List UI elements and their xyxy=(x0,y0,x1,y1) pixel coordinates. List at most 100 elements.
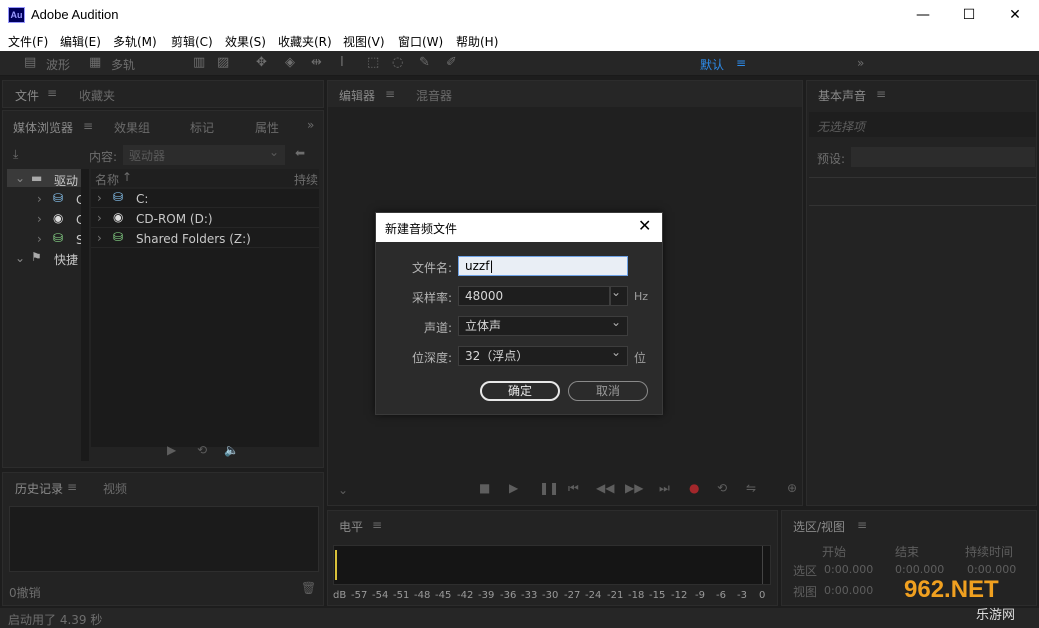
pause-icon[interactable]: ❚❚ xyxy=(539,481,559,495)
zoom-icon[interactable]: ⊕ xyxy=(787,481,797,495)
level-scale-label: -33 xyxy=(521,590,538,601)
level-scale-label: -30 xyxy=(542,590,559,601)
channels-select[interactable]: 立体声 xyxy=(458,313,628,336)
collapse-chevron-icon[interactable]: › xyxy=(97,191,102,205)
loop-icon[interactable]: ⟲ xyxy=(197,443,207,457)
workspace-selector[interactable]: 默认 xyxy=(700,56,724,73)
menu-favorites[interactable]: 收藏夹(R) xyxy=(278,33,332,50)
skip-selection-icon[interactable]: ⇋ xyxy=(746,481,756,495)
media-browser-menu-icon[interactable]: ≡ xyxy=(83,119,93,133)
tab-essential-sound[interactable]: 基本声音 xyxy=(818,87,866,104)
menu-effects[interactable]: 效果(S) xyxy=(225,33,266,50)
menu-view[interactable]: 视图(V) xyxy=(343,33,385,50)
col-start: 开始 xyxy=(822,545,847,559)
editor-corner-menu-icon[interactable]: ⌄ xyxy=(338,483,348,497)
tab-markers[interactable]: 标记 xyxy=(190,119,214,136)
trash-icon[interactable]: 🗑 xyxy=(301,581,316,595)
level-panel-menu-icon[interactable]: ≡ xyxy=(372,518,382,532)
tab-history[interactable]: 历史记录 xyxy=(15,480,63,497)
skip-back-icon[interactable]: ⏮ xyxy=(568,481,579,496)
samplerate-dropdown[interactable] xyxy=(610,283,628,306)
menu-window[interactable]: 窗口(W) xyxy=(398,33,443,50)
toolbar-overflow-button[interactable]: » xyxy=(857,56,864,70)
view-start[interactable]: 0:00.000 xyxy=(824,584,873,597)
list-item[interactable]: › ◉ CD-ROM (D:) xyxy=(91,209,319,228)
selection-end[interactable]: 0:00.000 xyxy=(895,563,944,576)
loop-playback-icon[interactable]: ⟲ xyxy=(717,481,727,495)
list-item[interactable]: › ⛁ C: xyxy=(91,189,319,208)
splitter-handle[interactable] xyxy=(81,169,89,461)
tree-label-shortcuts[interactable]: 快捷 xyxy=(54,251,78,268)
preset-dropdown[interactable] xyxy=(851,147,1035,167)
tab-video[interactable]: 视频 xyxy=(103,480,127,497)
cancel-button[interactable]: 取消 xyxy=(568,381,648,401)
tab-effects-rack[interactable]: 效果组 xyxy=(114,119,150,136)
history-panel-menu-icon[interactable]: ≡ xyxy=(67,480,77,494)
minimize-button[interactable]: — xyxy=(900,0,946,30)
menu-file[interactable]: 文件(F) xyxy=(8,33,48,50)
files-panel-menu-icon[interactable]: ≡ xyxy=(47,86,57,100)
play-icon[interactable]: ▶ xyxy=(509,481,518,495)
collapse-chevron-icon[interactable]: › xyxy=(37,232,42,246)
collapse-chevron-icon[interactable]: › xyxy=(97,231,102,245)
import-icon[interactable]: ⤓ xyxy=(13,147,18,162)
menu-help[interactable]: 帮助(H) xyxy=(456,33,498,50)
filename-input[interactable]: uzzf| xyxy=(458,256,628,276)
slip-tool-icon[interactable]: ⇹ xyxy=(311,55,322,70)
tab-files[interactable]: 文件 xyxy=(15,87,39,104)
cd-drive-icon: ◉ xyxy=(53,211,64,225)
tab-mixer[interactable]: 混音器 xyxy=(416,87,452,104)
media-browser-overflow-button[interactable]: » xyxy=(307,118,314,132)
maximize-button[interactable]: ☐ xyxy=(946,0,992,30)
menu-multitrack[interactable]: 多轨(M) xyxy=(113,33,157,50)
back-arrow-icon[interactable]: ⬅ xyxy=(295,146,305,160)
tab-favorites[interactable]: 收藏夹 xyxy=(79,87,115,104)
expand-chevron-icon[interactable]: ⌄ xyxy=(15,251,25,265)
collapse-chevron-icon[interactable]: › xyxy=(37,212,42,226)
menu-edit[interactable]: 编辑(E) xyxy=(60,33,101,50)
brush-selection-tool-icon[interactable]: ✎ xyxy=(419,55,430,70)
close-button[interactable]: ✕ xyxy=(992,0,1038,30)
selection-duration[interactable]: 0:00.000 xyxy=(967,563,1016,576)
spectral-pitch-icon[interactable]: ▨ xyxy=(217,55,229,70)
collapse-chevron-icon[interactable]: › xyxy=(97,211,102,225)
waveform-view-button[interactable]: 波形 xyxy=(46,56,70,73)
drive-icon: ▬ xyxy=(31,171,43,185)
dialog-close-button[interactable]: ✕ xyxy=(638,216,651,235)
workspace-menu-icon[interactable]: ≡ xyxy=(736,56,746,70)
content-dropdown[interactable]: 驱动器 ⌄ xyxy=(123,145,285,165)
autoplay-speaker-icon[interactable]: 🔈 xyxy=(224,443,239,457)
editor-panel-menu-icon[interactable]: ≡ xyxy=(385,87,395,101)
move-tool-icon[interactable]: ✥ xyxy=(256,55,267,70)
column-name[interactable]: 名称 xyxy=(95,171,119,188)
selection-start[interactable]: 0:00.000 xyxy=(824,563,873,576)
time-selection-tool-icon[interactable]: I xyxy=(340,55,344,70)
ok-button[interactable]: 确定 xyxy=(480,381,560,401)
collapse-chevron-icon[interactable]: › xyxy=(37,192,42,206)
tab-media-browser[interactable]: 媒体浏览器 xyxy=(13,119,73,136)
bitdepth-select[interactable]: 32（浮点） xyxy=(458,343,628,366)
selection-view-menu-icon[interactable]: ≡ xyxy=(857,518,867,532)
fast-forward-icon[interactable]: ▶▶ xyxy=(625,481,643,495)
samplerate-input[interactable]: 48000 xyxy=(458,286,610,306)
stop-icon[interactable]: ■ xyxy=(479,481,490,495)
lasso-selection-tool-icon[interactable]: ◌ xyxy=(392,55,403,70)
list-item[interactable]: › ⛁ Shared Folders (Z:) xyxy=(91,229,319,248)
rewind-icon[interactable]: ◀◀ xyxy=(596,481,614,495)
razor-tool-icon[interactable]: ◈ xyxy=(285,55,295,70)
network-drive-icon: ⛁ xyxy=(53,231,64,245)
column-duration[interactable]: 持续 xyxy=(294,171,318,188)
expand-chevron-icon[interactable]: ⌄ xyxy=(15,171,25,185)
tab-editor[interactable]: 编辑器 xyxy=(339,87,375,104)
spot-healing-brush-icon[interactable]: ✐ xyxy=(446,55,457,70)
history-list xyxy=(9,506,319,572)
tab-properties[interactable]: 属性 xyxy=(255,119,279,136)
play-icon[interactable]: ▶ xyxy=(167,443,176,457)
skip-forward-icon[interactable]: ⏭ xyxy=(659,481,670,496)
essential-sound-menu-icon[interactable]: ≡ xyxy=(876,87,886,101)
record-icon[interactable]: ● xyxy=(689,481,699,495)
menu-clip[interactable]: 剪辑(C) xyxy=(171,33,213,50)
spectral-frequency-icon[interactable]: ▥ xyxy=(193,55,205,70)
marquee-selection-tool-icon[interactable]: ⬚ xyxy=(367,55,379,70)
multitrack-view-button[interactable]: 多轨 xyxy=(111,56,135,73)
